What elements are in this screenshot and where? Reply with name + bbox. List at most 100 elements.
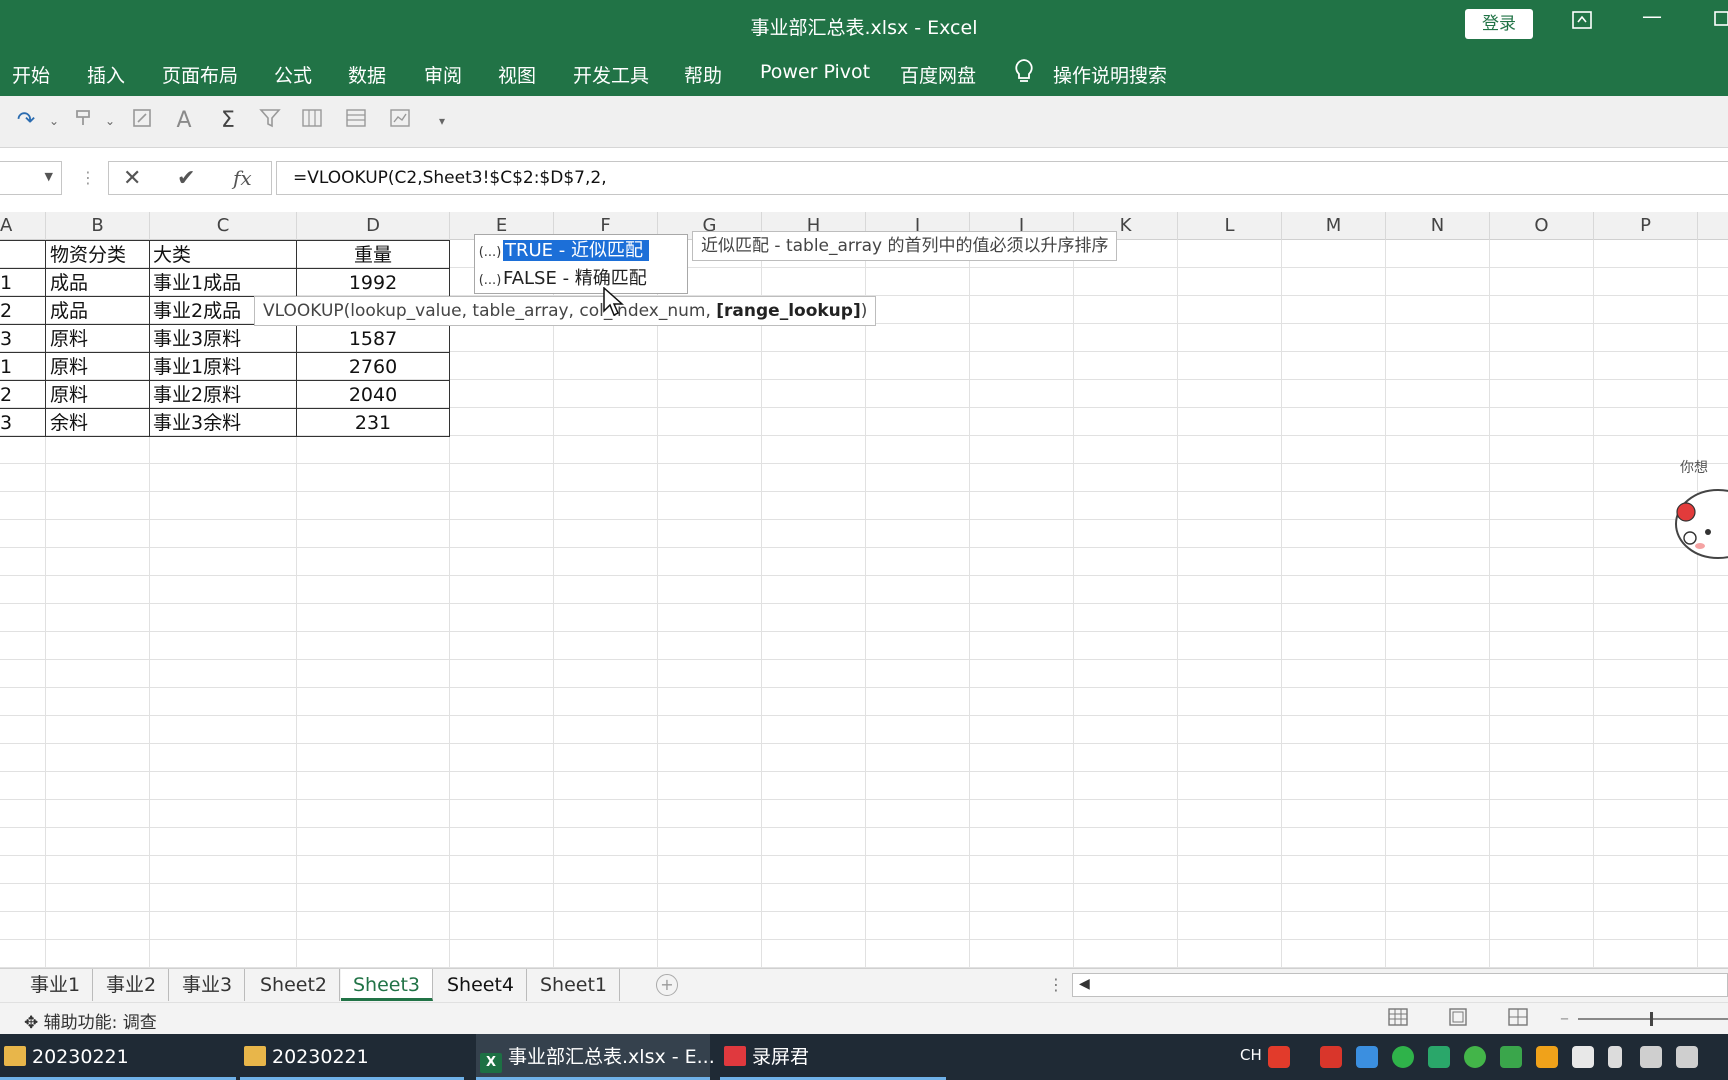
sogou-ime-icon[interactable] <box>1268 1046 1290 1068</box>
autocomplete-item-false[interactable]: (...)FALSE - 精确匹配 <box>477 265 685 293</box>
column-header-p[interactable]: P <box>1594 212 1698 240</box>
tab-review[interactable]: 审阅 <box>424 61 462 88</box>
table-cell-d[interactable]: 231 <box>297 409 449 437</box>
ime-indicator[interactable]: CH <box>1240 1046 1262 1064</box>
column-header-o[interactable]: O <box>1490 212 1594 240</box>
zoom-out-icon[interactable]: – <box>1560 1008 1569 1029</box>
table-cell-b[interactable]: 原料 <box>50 381 148 409</box>
sheet-tab-sheet3[interactable]: Sheet3 <box>341 969 434 1001</box>
taskbar-recorder[interactable]: 录屏君 <box>720 1034 946 1080</box>
formula-input[interactable]: =VLOOKUP(C2,Sheet3!$C$2:$D$7,2, <box>276 161 1728 195</box>
current-argument[interactable]: [range_lookup] <box>716 301 860 321</box>
format-painter-icon[interactable] <box>70 107 98 135</box>
header-weight[interactable]: 重量 <box>297 241 449 269</box>
chevron-down-icon[interactable]: ⌄ <box>40 107 68 135</box>
chevron-down-icon[interactable]: ▼ <box>45 170 53 183</box>
table-cell-b[interactable]: 原料 <box>50 353 148 381</box>
table-cell-a[interactable]: 2 <box>0 297 44 325</box>
taskbar-excel[interactable]: X 事业部汇总表.xlsx - E... <box>476 1034 715 1080</box>
insert-function-icon[interactable]: fx <box>233 166 252 190</box>
ribbon-display-icon[interactable] <box>1572 10 1592 34</box>
network-icon[interactable] <box>1640 1046 1662 1068</box>
enter-icon[interactable]: ✔ <box>177 166 195 191</box>
minimize-icon[interactable]: — <box>1642 4 1662 28</box>
tab-help[interactable]: 帮助 <box>684 61 722 88</box>
chevron-down-icon[interactable]: ⌄ <box>96 107 124 135</box>
page-break-view-icon[interactable] <box>1508 1008 1528 1031</box>
table-cell-a[interactable]: 3 <box>0 409 44 437</box>
function-signature[interactable]: VLOOKUP(lookup_value, table_array, col_i… <box>263 301 716 321</box>
table-cell-c[interactable]: 事业1原料 <box>153 353 295 381</box>
column-header-m[interactable]: M <box>1282 212 1386 240</box>
drag-handle-icon[interactable]: ⋮ <box>80 168 96 187</box>
taskbar-folder-1[interactable]: 20230221 <box>0 1034 236 1080</box>
column-header-c[interactable]: C <box>150 212 297 240</box>
header-class[interactable]: 大类 <box>153 241 295 269</box>
autosum-icon[interactable]: Σ <box>214 107 242 135</box>
security-shield-icon[interactable] <box>1500 1046 1522 1068</box>
sheet-tab-shiye2[interactable]: 事业2 <box>94 969 170 1001</box>
redo-icon[interactable]: ↷ <box>12 107 40 135</box>
table-cell-d[interactable]: 1992 <box>297 269 449 297</box>
battery-icon[interactable] <box>1676 1046 1698 1068</box>
tab-data[interactable]: 数据 <box>348 61 386 88</box>
tab-power-pivot[interactable]: Power Pivot <box>760 61 870 83</box>
table-cell-b[interactable]: 成品 <box>50 297 148 325</box>
customize-toolbar-icon[interactable]: ▾ <box>428 107 456 135</box>
table-cell-d[interactable]: 1587 <box>297 325 449 353</box>
sheet-tab-sheet4[interactable]: Sheet4 <box>435 969 528 1001</box>
tab-view[interactable]: 视图 <box>498 61 536 88</box>
table-cell-c[interactable]: 事业3余料 <box>153 409 295 437</box>
name-box[interactable]: ▼ <box>0 161 62 195</box>
accessibility-status[interactable]: ✥ 辅助功能: 调查 <box>24 1008 157 1033</box>
column-header-l[interactable]: L <box>1178 212 1282 240</box>
table-cell-b[interactable]: 成品 <box>50 269 148 297</box>
login-button[interactable]: 登录 <box>1465 9 1533 39</box>
scroll-left-icon[interactable]: ◀ <box>1079 976 1090 992</box>
tab-developer[interactable]: 开发工具 <box>573 61 649 88</box>
add-sheet-icon[interactable]: + <box>656 974 678 996</box>
taskbar-folder-2[interactable]: 20230221 <box>240 1034 464 1080</box>
table-cell-a[interactable]: 2 <box>0 381 44 409</box>
tab-page-layout[interactable]: 页面布局 <box>162 61 238 88</box>
table-cell-a[interactable]: 3 <box>0 325 44 353</box>
add-tray-icon[interactable] <box>1464 1046 1486 1068</box>
header-category[interactable]: 物资分类 <box>50 241 148 269</box>
horizontal-scrollbar[interactable]: ◀ <box>1072 973 1728 997</box>
tell-me-search[interactable]: 操作说明搜索 <box>1053 61 1167 88</box>
column-header-a[interactable]: A <box>0 212 46 240</box>
chart-icon[interactable] <box>386 107 414 135</box>
table-cell-a[interactable]: 1 <box>0 353 44 381</box>
autocomplete-item-true[interactable]: (...) TRUE - 近似匹配 <box>477 237 685 265</box>
table-cell-b[interactable]: 原料 <box>50 325 148 353</box>
sheet-tab-shiye3[interactable]: 事业3 <box>170 969 246 1001</box>
sheet-tab-shiye1[interactable]: 事业1 <box>18 969 94 1001</box>
split-handle-icon[interactable]: ⋮ <box>1048 975 1064 994</box>
column-header-n[interactable]: N <box>1386 212 1490 240</box>
filter-icon[interactable] <box>256 107 284 135</box>
maximize-icon[interactable] <box>1712 10 1728 34</box>
font-size-icon[interactable]: A <box>170 107 198 135</box>
cancel-icon[interactable]: ✕ <box>123 166 141 191</box>
table-cell-d[interactable]: 2760 <box>297 353 449 381</box>
app-tray-icon[interactable] <box>1428 1046 1450 1068</box>
table-cell-b[interactable]: 余料 <box>50 409 148 437</box>
zoom-slider[interactable] <box>1578 1018 1728 1020</box>
recorder-tray-icon[interactable] <box>1320 1046 1342 1068</box>
zoom-slider-thumb[interactable] <box>1650 1012 1653 1026</box>
table-cell-d[interactable]: 2040 <box>297 381 449 409</box>
sheet-tab-sheet1[interactable]: Sheet1 <box>528 969 621 1001</box>
page-layout-view-icon[interactable] <box>1448 1008 1468 1031</box>
tab-formulas[interactable]: 公式 <box>274 61 312 88</box>
column-header-d[interactable]: D <box>297 212 450 240</box>
sort-icon[interactable] <box>298 107 326 135</box>
normal-view-icon[interactable] <box>1388 1008 1408 1031</box>
tab-baidu-netdisk[interactable]: 百度网盘 <box>900 61 976 88</box>
column-header-b[interactable]: B <box>46 212 150 240</box>
form-icon[interactable] <box>342 107 370 135</box>
tab-insert[interactable]: 插入 <box>87 61 125 88</box>
defender-icon[interactable] <box>1572 1046 1594 1068</box>
table-cell-c[interactable]: 事业3原料 <box>153 325 295 353</box>
wechat-icon[interactable] <box>1392 1046 1414 1068</box>
edit-icon[interactable] <box>128 107 156 135</box>
